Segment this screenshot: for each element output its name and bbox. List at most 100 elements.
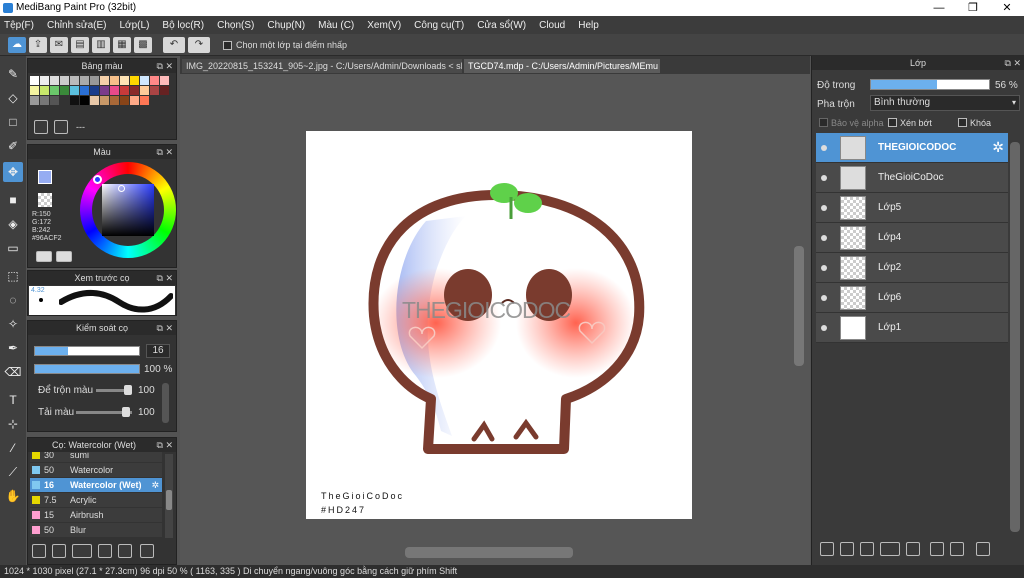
gear-icon[interactable]: ✲ (992, 139, 1004, 156)
menu-color[interactable]: Màu (C) (318, 20, 354, 31)
select-layer-checkbox[interactable] (223, 41, 232, 50)
palette-swatch[interactable] (60, 96, 69, 105)
palette-swatch[interactable] (50, 76, 59, 85)
brush-tool-icon[interactable]: ✎ (3, 64, 23, 84)
palette-swatch[interactable] (110, 86, 119, 95)
foreground-color[interactable] (38, 170, 52, 184)
brush-size-value[interactable]: 16 (146, 344, 170, 358)
protect-alpha-checkbox[interactable] (819, 118, 828, 127)
palette-swatch[interactable] (110, 76, 119, 85)
panel-close-icon[interactable]: ⧉ ✕ (157, 145, 173, 159)
palette-swatch[interactable] (70, 86, 79, 95)
brush-folder-icon[interactable] (118, 544, 132, 558)
palette-swatch[interactable] (150, 76, 159, 85)
color-cursor[interactable] (118, 185, 125, 192)
menu-tools[interactable]: Công cụ(T) (414, 20, 464, 31)
note-icon[interactable]: ▤ (71, 37, 89, 53)
maximize-button[interactable]: ❐ (956, 0, 990, 16)
menu-edit[interactable]: Chỉnh sửa(E) (47, 20, 107, 31)
brush-item[interactable]: 7.5 Acrylic (30, 493, 162, 507)
palette-swatch[interactable] (160, 76, 169, 85)
palette-swatch[interactable] (100, 86, 109, 95)
color-swatch-grid[interactable] (30, 76, 170, 116)
palette-swatch[interactable] (130, 96, 139, 105)
hue-cursor[interactable] (93, 175, 102, 184)
transparent-color[interactable] (38, 193, 52, 207)
palette-swatch[interactable] (120, 86, 129, 95)
menu-filter[interactable]: Bộ lọc(R) (162, 20, 204, 31)
palette-swatch[interactable] (140, 86, 149, 95)
eyedropper-icon[interactable]: ⟋ (3, 462, 23, 482)
gradient-tool-icon[interactable]: ▭ (3, 238, 23, 258)
brush-size-slider[interactable] (34, 346, 140, 356)
layer-row[interactable]: THEGIOICODOC ✲ (816, 133, 1008, 163)
brush-settings-icon[interactable] (98, 544, 112, 558)
new-8bit-layer-icon[interactable] (860, 542, 874, 556)
palette-swatch[interactable] (90, 86, 99, 95)
panel-close-icon[interactable]: ⧉ ✕ (157, 59, 173, 73)
visibility-dot-icon[interactable] (821, 175, 827, 181)
shape-tool-icon[interactable]: ■ (3, 190, 23, 210)
palette-swatch[interactable] (90, 76, 99, 85)
palette-swatch[interactable] (30, 96, 39, 105)
menu-help[interactable]: Help (578, 20, 599, 31)
brush-item[interactable]: 50 Watercolor (30, 463, 162, 477)
visibility-dot-icon[interactable] (821, 145, 827, 151)
tab-img-jpg[interactable]: IMG_20220815_153241_905~2.jpg - C:/Users… (182, 59, 462, 73)
palette-swatch[interactable] (130, 76, 139, 85)
brush-item[interactable]: 30 sumi (30, 452, 162, 462)
visibility-dot-icon[interactable] (821, 265, 827, 271)
palette-swatch[interactable] (160, 86, 169, 95)
brush-opacity-slider[interactable] (34, 364, 140, 374)
folder-icon[interactable] (906, 542, 920, 556)
saturation-value-square[interactable] (102, 184, 154, 236)
palette-swatch[interactable] (40, 76, 49, 85)
palette-swatch[interactable] (40, 86, 49, 95)
palette-swatch[interactable] (140, 76, 149, 85)
layer-row[interactable]: Lớp5 (816, 193, 1008, 223)
palette-swatch[interactable] (140, 96, 149, 105)
text-tool-icon[interactable]: T (3, 390, 23, 410)
vertical-scrollbar[interactable] (794, 246, 804, 366)
dot-tool-icon[interactable]: □ (3, 112, 23, 132)
layer-row[interactable]: TheGioiCoDoc (816, 163, 1008, 193)
page-icon[interactable]: ▥ (92, 37, 110, 53)
redo-button[interactable]: ↷ (188, 37, 210, 53)
layer-row[interactable]: Lớp6 (816, 283, 1008, 313)
palette-swatch[interactable] (70, 96, 79, 105)
visibility-dot-icon[interactable] (821, 295, 827, 301)
color-history-icon[interactable] (56, 251, 72, 262)
new-halftone-layer-icon[interactable] (840, 542, 854, 556)
visibility-dot-icon[interactable] (821, 205, 827, 211)
comment-icon[interactable]: ✉ (50, 37, 68, 53)
delete-layer-icon[interactable] (976, 542, 990, 556)
move-tool-icon[interactable]: ✥ (3, 162, 23, 182)
add-brush-icon[interactable] (32, 544, 46, 558)
palette-swatch[interactable] (120, 96, 129, 105)
menu-window[interactable]: Cửa sổ(W) (477, 20, 526, 31)
menu-cloud[interactable]: Cloud (539, 20, 565, 31)
blend-slider-knob[interactable] (124, 385, 133, 395)
brush-control-scrollbar[interactable] (162, 383, 169, 423)
menu-select[interactable]: Chọn(S) (217, 20, 254, 31)
palette-swatch[interactable] (80, 96, 89, 105)
panel-icon[interactable]: ▦ (113, 37, 131, 53)
palette-swatch[interactable] (30, 76, 39, 85)
color-mode-icon[interactable] (36, 251, 52, 262)
operation-tool-icon[interactable]: ⊹ (3, 414, 23, 434)
brush-copy-icon[interactable] (140, 544, 154, 558)
panel-close-icon[interactable]: ⧉ ✕ (157, 321, 173, 335)
tab-tgcd74[interactable]: TGCD74.mdp - C:/Users/Admin/Pictures/MEm… (464, 59, 660, 73)
menu-view[interactable]: Xem(V) (367, 20, 401, 31)
menu-layer[interactable]: Lớp(L) (120, 20, 150, 31)
delete-swatch-icon[interactable] (54, 120, 68, 134)
clipping-checkbox[interactable] (888, 118, 897, 127)
add-layer-menu-icon[interactable] (880, 542, 900, 556)
duplicate-layer-icon[interactable] (930, 542, 944, 556)
palette-swatch[interactable] (60, 86, 69, 95)
brush-menu-icon[interactable] (72, 544, 92, 558)
menu-file[interactable]: Tệp(F) (4, 20, 34, 31)
palette-swatch[interactable] (50, 86, 59, 95)
palette-swatch[interactable] (90, 96, 99, 105)
palette-swatch[interactable] (70, 76, 79, 85)
